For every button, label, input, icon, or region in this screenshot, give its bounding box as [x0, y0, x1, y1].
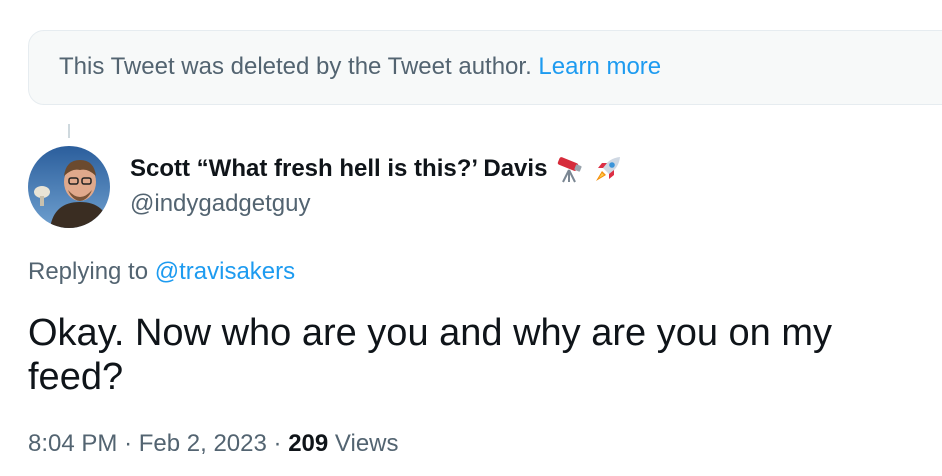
telescope-icon: [555, 154, 585, 184]
meta-separator: ·: [273, 430, 282, 457]
author-display-name[interactable]: Scott “What fresh hell is this?’ Davis: [130, 155, 547, 183]
deleted-notice-message: This Tweet was deleted by the Tweet auth…: [59, 53, 532, 80]
replying-to: Replying to @travisakers: [28, 258, 295, 286]
meta-separator: ·: [124, 430, 133, 457]
replying-to-label: Replying to: [28, 258, 149, 285]
tweet-time[interactable]: 8:04 PM: [28, 430, 117, 457]
rocket-icon: [593, 154, 623, 184]
tweet-meta: 8:04 PM · Feb 2, 2023 · 209 Views: [28, 430, 399, 458]
thread-connector-line: [68, 124, 70, 138]
tweet-text: Okay. Now who are you and why are you on…: [28, 312, 833, 398]
reply-mention-link[interactable]: @travisakers: [155, 258, 295, 285]
avatar[interactable]: [28, 146, 110, 228]
views-label: Views: [334, 430, 399, 457]
views-count: 209: [288, 430, 329, 457]
deleted-notice-text: This Tweet was deleted by the Tweet auth…: [59, 53, 661, 81]
author-name-row[interactable]: Scott “What fresh hell is this?’ Davis: [130, 154, 623, 184]
deleted-tweet-notice: This Tweet was deleted by the Tweet auth…: [28, 30, 942, 105]
tweet-date[interactable]: Feb 2, 2023: [139, 430, 267, 457]
learn-more-link[interactable]: Learn more: [538, 53, 661, 80]
author-handle[interactable]: @indygadgetguy: [130, 190, 311, 218]
